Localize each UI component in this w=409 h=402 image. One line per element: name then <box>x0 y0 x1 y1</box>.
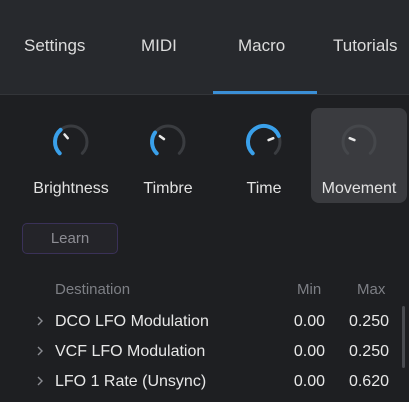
max-value[interactable]: 0.250 <box>349 313 389 331</box>
macro-movement[interactable]: Movement <box>311 108 407 203</box>
max-value[interactable]: 0.250 <box>349 343 389 361</box>
table-scrollbar[interactable] <box>402 306 405 368</box>
timbre-knob[interactable] <box>148 122 188 162</box>
macro-time-label: Time <box>246 180 282 197</box>
macro-panel: Brightness Timbre Time Movement <box>0 95 409 215</box>
min-value[interactable]: 0.00 <box>294 343 325 361</box>
brightness-knob[interactable] <box>51 122 91 162</box>
table-row[interactable]: DCO LFO Modulation 0.00 0.250 <box>0 308 395 338</box>
tab-settings[interactable]: Settings <box>24 36 85 56</box>
tab-macro[interactable]: Macro <box>238 36 285 56</box>
destination-name: DCO LFO Modulation <box>55 313 209 330</box>
tab-bar: Settings MIDI Macro Tutorials <box>0 0 409 94</box>
macro-timbre-label: Timbre <box>143 180 193 197</box>
min-column-header: Min <box>297 281 322 298</box>
min-value[interactable]: 0.00 <box>294 373 325 391</box>
chevron-right-icon[interactable] <box>35 314 45 328</box>
macro-brightness[interactable]: Brightness <box>23 108 119 203</box>
destination-table-header: Destination Min Max <box>0 277 409 303</box>
time-knob[interactable] <box>244 122 284 162</box>
max-column-header: Max <box>357 281 386 298</box>
macro-time[interactable]: Time <box>216 108 312 203</box>
table-row[interactable]: LFO 1 Rate (Unsync) 0.00 0.620 <box>0 368 395 398</box>
chevron-right-icon[interactable] <box>35 344 45 358</box>
destination-name: VCF LFO Modulation <box>55 343 206 360</box>
macro-brightness-label: Brightness <box>33 180 109 197</box>
chevron-right-icon[interactable] <box>35 374 45 388</box>
learn-button[interactable]: Learn <box>22 223 118 254</box>
min-value[interactable]: 0.00 <box>294 313 325 331</box>
macro-timbre[interactable]: Timbre <box>120 108 216 203</box>
destination-name: LFO 1 Rate (Unsync) <box>55 373 207 390</box>
tab-midi[interactable]: MIDI <box>141 36 177 56</box>
tab-tutorials[interactable]: Tutorials <box>333 36 398 56</box>
destination-column-header: Destination <box>55 281 131 298</box>
max-value[interactable]: 0.620 <box>349 373 389 391</box>
macro-movement-label: Movement <box>321 180 397 197</box>
table-row[interactable]: VCF LFO Modulation 0.00 0.250 <box>0 338 395 368</box>
movement-knob[interactable] <box>339 122 379 162</box>
